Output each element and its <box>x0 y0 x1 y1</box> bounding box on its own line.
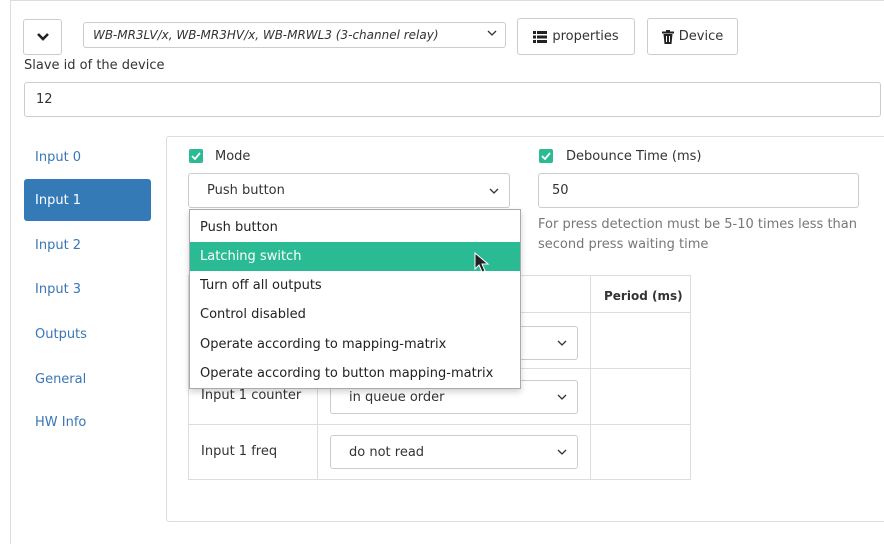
debounce-help-text: For press detection must be 5-10 times l… <box>538 217 857 252</box>
mode-value: Push button <box>207 183 285 198</box>
chevron-down-icon <box>487 30 497 36</box>
mode-option[interactable]: Operate according to mapping-matrix <box>190 330 520 359</box>
mouse-pointer-icon <box>474 252 490 273</box>
table-divider <box>188 424 691 425</box>
slave-id-input[interactable]: 12 <box>24 82 881 117</box>
freq-select[interactable]: do not read <box>330 435 578 469</box>
trash-icon <box>661 29 674 44</box>
mode-dropdown-menu: Push button Latching switch Turn off all… <box>189 209 521 389</box>
table-divider <box>590 275 591 480</box>
table-row-label: Input 1 counter <box>201 388 302 403</box>
list-icon <box>533 30 548 43</box>
mode-option[interactable]: Control disabled <box>190 300 520 329</box>
chevron-down-icon <box>557 394 567 400</box>
slave-id-label: Slave id of the device <box>24 58 165 73</box>
debounce-checkbox[interactable] <box>539 149 553 163</box>
check-icon <box>541 152 551 160</box>
delete-device-button[interactable]: Device <box>647 18 738 55</box>
properties-button[interactable]: properties <box>517 18 635 55</box>
mode-option[interactable]: Push button <box>190 213 520 242</box>
debounce-input[interactable]: 50 <box>538 173 859 208</box>
mode-checkbox[interactable] <box>189 149 203 163</box>
properties-label: properties <box>552 29 619 44</box>
device-label: Device <box>678 29 724 44</box>
mode-select[interactable]: Push button <box>188 173 510 208</box>
mode-option-highlighted[interactable]: Latching switch <box>190 242 520 271</box>
sidebar-item-input-3[interactable]: Input 3 <box>24 268 151 310</box>
table-row-label: Input 1 freq <box>201 444 278 459</box>
device-template-select[interactable]: WB-MR3LV/x, WB-MR3HV/x, WB-MRWL3 (3-chan… <box>83 22 506 48</box>
sidebar-item-outputs[interactable]: Outputs <box>24 313 151 355</box>
mode-option[interactable]: Operate according to button mapping-matr… <box>190 359 520 388</box>
chevron-down-icon <box>36 33 49 41</box>
sidebar-item-hw-info[interactable]: HW Info <box>24 401 151 443</box>
debounce-label: Debounce Time (ms) <box>566 149 702 164</box>
sidebar-item-general[interactable]: General <box>24 358 151 400</box>
chevron-down-icon <box>557 449 567 455</box>
period-column-header: Period (ms) <box>604 289 683 303</box>
chevron-down-icon <box>557 340 567 346</box>
device-template-value: WB-MR3LV/x, WB-MR3HV/x, WB-MRWL3 (3-chan… <box>93 28 439 42</box>
counter-value: in queue order <box>349 389 445 405</box>
check-icon <box>191 152 201 160</box>
freq-value: do not read <box>349 444 425 460</box>
chevron-down-icon <box>489 188 499 194</box>
mode-option[interactable]: Turn off all outputs <box>190 271 520 300</box>
sidebar-item-input-1[interactable]: Input 1 <box>24 179 151 221</box>
sidebar-item-input-0[interactable]: Input 0 <box>24 136 151 178</box>
mode-label: Mode <box>215 149 251 164</box>
sidebar-item-input-2[interactable]: Input 2 <box>24 224 151 266</box>
collapse-button[interactable] <box>23 19 62 55</box>
